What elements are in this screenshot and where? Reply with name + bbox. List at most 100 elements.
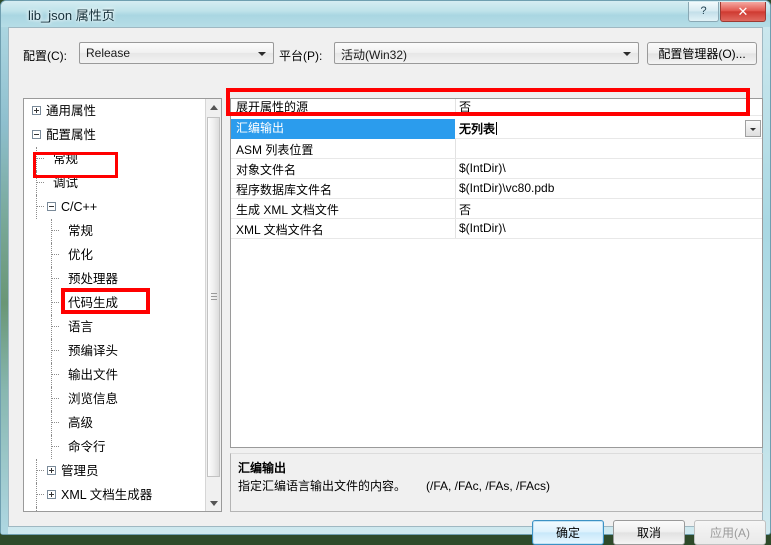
tree-item-17[interactable]: 浏览信息 xyxy=(24,507,206,511)
tree-item-11[interactable]: 输出文件 xyxy=(24,363,206,387)
tree-connector-dash xyxy=(37,494,44,496)
tree-item-15[interactable]: 管理员 xyxy=(24,459,206,483)
tree-item-label: 代码生成 xyxy=(68,296,119,310)
tree-item-label: 输出文件 xyxy=(68,368,119,382)
tree-connector-dash xyxy=(37,182,44,184)
tree-connector-dash xyxy=(52,254,59,256)
triangle-up-icon xyxy=(209,104,218,110)
property-name: 对象文件名 xyxy=(236,163,297,177)
property-row[interactable]: 生成 XML 文档文件 否 xyxy=(231,199,762,219)
configuration-dropdown[interactable]: Release xyxy=(79,42,274,64)
tree-item-12[interactable]: 浏览信息 xyxy=(24,387,206,411)
expand-icon[interactable] xyxy=(47,466,56,475)
tree-item-6[interactable]: 优化 xyxy=(24,243,206,267)
description-text: 指定汇编语言输出文件的内容。 (/FA, /FAc, /FAs, /FAcs) xyxy=(238,479,551,493)
scroll-up-button[interactable] xyxy=(206,99,221,115)
tree-connector-dash xyxy=(52,302,59,304)
property-value: $(IntDir)\vc80.pdb xyxy=(459,181,555,195)
expand-icon[interactable] xyxy=(32,106,41,115)
property-name: ASM 列表位置 xyxy=(236,143,314,157)
tree-connector-dash xyxy=(52,422,59,424)
collapse-icon[interactable] xyxy=(47,202,56,211)
property-name: 汇编输出 xyxy=(231,119,455,139)
tree-connector-dash xyxy=(52,278,59,280)
property-tree-list: 通用属性 配置属性 常规 调试 C/C++ 常规 优化 预处理器 代码生成 语言 预编译头 输出文件浏… xyxy=(24,99,206,511)
window-left-glass-edge xyxy=(1,22,8,534)
tree-item-label: C/C++ xyxy=(61,200,98,214)
property-value[interactable]: 无列表 xyxy=(459,120,758,137)
column-separator xyxy=(455,219,456,238)
property-row[interactable]: XML 文档文件名 $(IntDir)\ xyxy=(231,219,762,239)
tree-connector-dash xyxy=(52,230,59,232)
tree-item-14[interactable]: 命令行 xyxy=(24,435,206,459)
tree-item-8[interactable]: 代码生成 xyxy=(24,291,206,315)
ok-button[interactable]: 确定 xyxy=(532,520,604,545)
collapse-icon[interactable] xyxy=(32,130,41,139)
scroll-down-button[interactable] xyxy=(206,495,221,511)
chevron-down-icon xyxy=(623,52,631,56)
tree-connector-dash xyxy=(52,446,59,448)
tree-connector-dash xyxy=(37,470,44,472)
tree-item-4[interactable]: C/C++ xyxy=(24,195,206,219)
property-value: $(IntDir)\ xyxy=(459,161,506,175)
tree-connector-dash xyxy=(52,350,59,352)
property-row[interactable]: 展开属性的源 否 xyxy=(231,99,762,116)
title-bar[interactable]: lib_json 属性页 ? ✕ xyxy=(1,1,770,27)
close-button[interactable]: ✕ xyxy=(720,2,766,22)
configuration-label: 配置(C): xyxy=(23,49,67,63)
configuration-bar: 配置(C): Release 平台(P): 活动(Win32) 配置管理器(O)… xyxy=(9,28,762,68)
tree-item-1[interactable]: 配置属性 xyxy=(24,123,206,147)
tree-item-label: 通用属性 xyxy=(46,104,97,118)
tree-item-label: 浏览信息 xyxy=(61,507,111,511)
tree-item-16[interactable]: XML 文档生成器 xyxy=(24,483,206,507)
tree-item-3[interactable]: 调试 xyxy=(24,171,206,195)
tree-item-label: 预编译头 xyxy=(68,344,119,358)
property-row[interactable]: ASM 列表位置 xyxy=(231,139,762,159)
platform-dropdown[interactable]: 活动(Win32) xyxy=(334,42,639,64)
tree-item-label: 语言 xyxy=(68,320,94,334)
column-separator xyxy=(455,179,456,198)
property-grid[interactable]: 展开属性的源否汇编输出 无列表 ASM 列表位置 对象文件名 $(IntDir)\ 程序数… xyxy=(230,98,763,448)
tree-item-label: 高级 xyxy=(68,416,94,430)
caption-button-group: ? ✕ xyxy=(687,2,766,22)
scrollbar-thumb[interactable] xyxy=(207,117,220,477)
tree-item-9[interactable]: 语言 xyxy=(24,315,206,339)
expand-icon[interactable] xyxy=(47,490,56,499)
platform-label: 平台(P): xyxy=(279,49,323,63)
property-row[interactable]: 程序数据库文件名 $(IntDir)\vc80.pdb xyxy=(231,179,762,199)
property-value: 否 xyxy=(459,100,472,114)
tree-item-label: 调试 xyxy=(53,176,79,190)
triangle-down-icon xyxy=(209,500,218,506)
tree-item-label: XML 文档生成器 xyxy=(61,488,153,502)
tree-connector-dash xyxy=(52,326,59,328)
scrollbar-grip-icon xyxy=(211,293,217,301)
tree-item-7[interactable]: 预处理器 xyxy=(24,267,206,291)
tree-item-13[interactable]: 高级 xyxy=(24,411,206,435)
tree-item-label: 优化 xyxy=(68,248,94,262)
column-separator xyxy=(455,139,456,158)
property-dropdown-button[interactable] xyxy=(745,120,761,137)
cancel-button[interactable]: 取消 xyxy=(613,520,685,545)
property-row[interactable]: 对象文件名 $(IntDir)\ xyxy=(231,159,762,179)
tree-vertical-scrollbar[interactable] xyxy=(205,99,221,511)
tree-item-label: 常规 xyxy=(53,152,79,166)
tree-item-0[interactable]: 通用属性 xyxy=(24,99,206,123)
description-title: 汇编输出 xyxy=(238,461,287,475)
property-description-panel: 汇编输出 指定汇编语言输出文件的内容。 (/FA, /FAc, /FAs, /F… xyxy=(230,453,763,512)
close-icon: ✕ xyxy=(737,4,749,19)
tree-item-label: 管理员 xyxy=(61,464,99,478)
configuration-manager-button[interactable]: 配置管理器(O)... xyxy=(647,42,757,65)
property-name: 生成 XML 文档文件 xyxy=(236,203,339,217)
help-button[interactable]: ? xyxy=(688,2,719,22)
tree-item-10[interactable]: 预编译头 xyxy=(24,339,206,363)
tree-connector-dash xyxy=(37,158,44,160)
tree-item-2[interactable]: 常规 xyxy=(24,147,206,171)
tree-item-label: 浏览信息 xyxy=(68,392,119,406)
column-separator xyxy=(455,199,456,218)
property-value: $(IntDir)\ xyxy=(459,221,506,235)
tree-connector-dash xyxy=(52,398,59,400)
property-row-selected[interactable]: 汇编输出 无列表 xyxy=(231,119,762,139)
property-tree-panel[interactable]: 通用属性 配置属性 常规 调试 C/C++ 常规 优化 预处理器 代码生成 语言 预编译头 输出文件浏… xyxy=(23,98,222,512)
tree-item-5[interactable]: 常规 xyxy=(24,219,206,243)
tree-item-label: 预处理器 xyxy=(68,272,119,286)
